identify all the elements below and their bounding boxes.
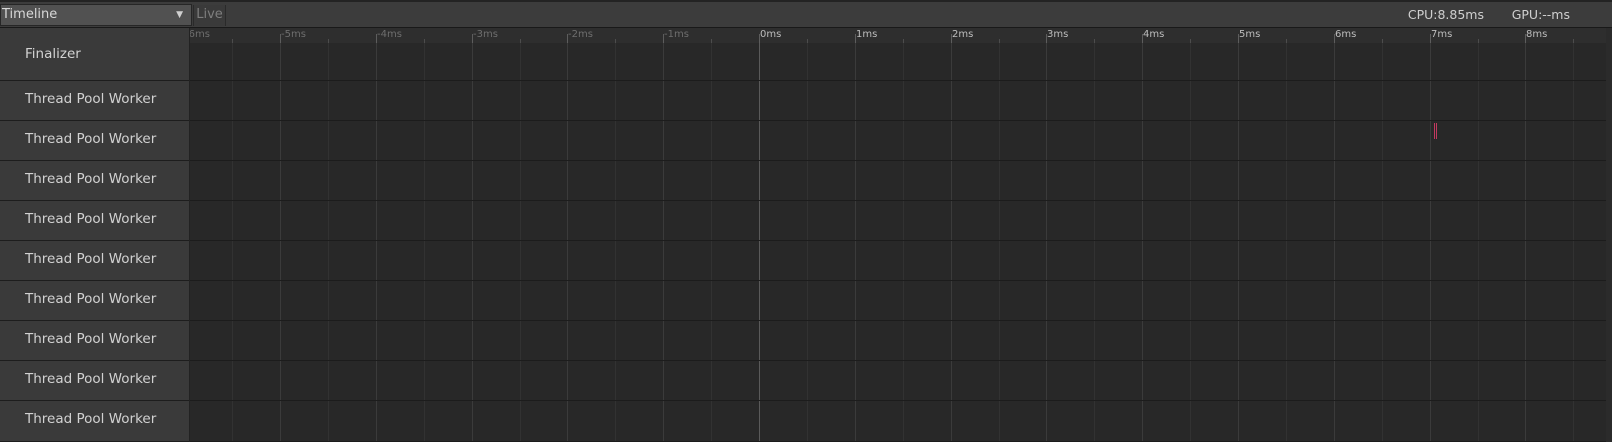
- ruler-tick-minor: [1382, 39, 1383, 43]
- ruler-tick-label: 0ms: [760, 29, 782, 40]
- thread-label[interactable]: Thread Pool Worker: [0, 81, 189, 121]
- thread-label[interactable]: Thread Pool Worker: [0, 321, 189, 361]
- thread-track-row: [190, 401, 1612, 442]
- ruler-tick-label: 3ms: [1047, 29, 1069, 40]
- thread-track-row: [190, 121, 1612, 161]
- ruler-tick-label: -3ms: [473, 29, 498, 40]
- profiler-window: Timeline ▼ Live CPU:8.85ms GPU:--ms Fina…: [0, 0, 1612, 442]
- profiler-toolbar: Timeline ▼ Live CPU:8.85ms GPU:--ms: [0, 0, 1612, 28]
- thread-track-row: [190, 321, 1612, 361]
- thread-label[interactable]: Thread Pool Worker: [0, 201, 189, 241]
- ruler-tick-label: -4ms: [377, 29, 402, 40]
- ruler-tick-label: 5ms: [1239, 29, 1261, 40]
- vertical-scrollbar[interactable]: [1606, 28, 1612, 442]
- ruler-tick-minor: [1286, 39, 1287, 43]
- ruler-tick-minor: [328, 39, 329, 43]
- thread-track-row: [190, 201, 1612, 241]
- thread-label[interactable]: Thread Pool Worker: [0, 161, 189, 201]
- thread-track-row: [190, 241, 1612, 281]
- ruler-tick-minor: [903, 39, 904, 43]
- thread-track-row: [190, 361, 1612, 401]
- ruler-tick-minor: [232, 39, 233, 43]
- ruler-tick-label: 2ms: [952, 29, 974, 40]
- ruler-tick-minor: [1478, 39, 1479, 43]
- ruler-tick-label: -2ms: [568, 29, 593, 40]
- ruler-tick-minor: [615, 39, 616, 43]
- gpu-time-readout: GPU:--ms: [1511, 7, 1570, 22]
- ruler-tick-label: 7ms: [1431, 29, 1453, 40]
- profiler-sample-marker[interactable]: [1434, 123, 1435, 139]
- ruler-tick-label: -6ms: [190, 29, 210, 40]
- thread-name-column: Finalizer Thread Pool Worker Thread Pool W…: [0, 28, 190, 442]
- time-ruler[interactable]: -6ms -5ms -4ms -3ms -2ms -1ms 0ms 1ms 2ms 3ms 4ms 5…: [190, 28, 1612, 43]
- ruler-tick-minor: [807, 39, 808, 43]
- ruler-tick-minor: [1094, 39, 1095, 43]
- ruler-tick-label: -5ms: [281, 29, 306, 40]
- ruler-tick-minor: [520, 39, 521, 43]
- ruler-tick-minor: [424, 39, 425, 43]
- ruler-tick-label: -1ms: [664, 29, 689, 40]
- ruler-tick-label: 8ms: [1526, 29, 1548, 40]
- thread-track-row: [190, 281, 1612, 321]
- ruler-tick-label: 6ms: [1335, 29, 1357, 40]
- timeline-view[interactable]: -6ms -5ms -4ms -3ms -2ms -1ms 0ms 1ms 2ms 3ms 4ms 5…: [190, 28, 1612, 442]
- ruler-tick-label: 4ms: [1143, 29, 1165, 40]
- ruler-tick-minor: [999, 39, 1000, 43]
- ruler-tick-minor: [711, 39, 712, 43]
- dropdown-arrow-icon: ▼: [176, 10, 183, 20]
- view-mode-dropdown[interactable]: Timeline ▼: [0, 4, 192, 26]
- thread-label[interactable]: Thread Pool Worker: [0, 241, 189, 281]
- view-mode-label: Timeline: [2, 7, 58, 22]
- cpu-time-readout: CPU:8.85ms: [1407, 7, 1484, 22]
- thread-label[interactable]: Thread Pool Worker: [0, 281, 189, 321]
- ruler-tick-label: 1ms: [856, 29, 878, 40]
- thread-label[interactable]: Thread Pool Worker: [0, 121, 189, 161]
- live-toggle-button[interactable]: Live: [193, 5, 226, 26]
- thread-label[interactable]: Thread Pool Worker: [0, 401, 189, 442]
- thread-label[interactable]: Finalizer: [0, 28, 189, 81]
- thread-track-row: [190, 81, 1612, 121]
- thread-track-row: [190, 161, 1612, 201]
- ruler-tick-minor: [1573, 39, 1574, 43]
- ruler-tick-minor: [1190, 39, 1191, 43]
- thread-label[interactable]: Thread Pool Worker: [0, 361, 189, 401]
